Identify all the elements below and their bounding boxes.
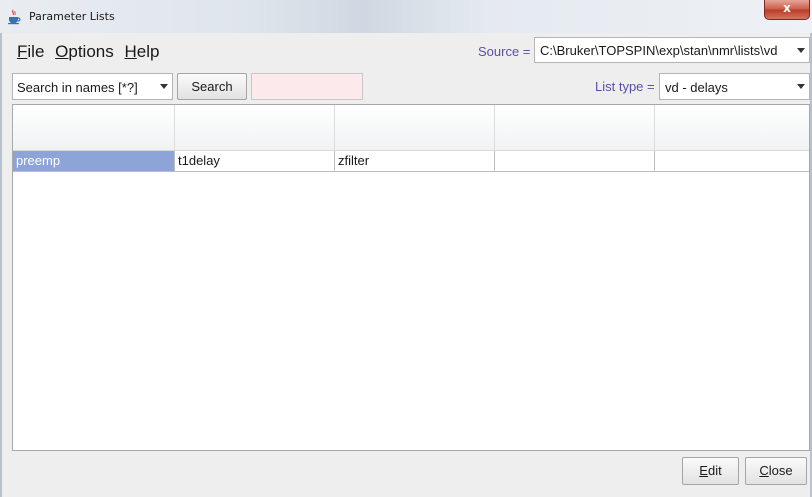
search-input[interactable] bbox=[251, 73, 363, 100]
menu-bar: File Options Help bbox=[17, 42, 165, 62]
search-mode-value: Search in names [*?] bbox=[17, 80, 138, 95]
close-button[interactable]: Close bbox=[745, 457, 807, 485]
source-value: C:\Bruker\TOPSPIN\exp\stan\nmr\lists\vd bbox=[540, 43, 778, 58]
client-area: File Options Help Source = C:\Bruker\TOP… bbox=[0, 33, 812, 497]
list-type-dropdown[interactable]: vd - delays bbox=[659, 73, 810, 100]
list-type-value: vd - delays bbox=[665, 80, 728, 95]
close-icon: x bbox=[783, 1, 791, 15]
source-label: Source = bbox=[478, 44, 531, 59]
source-dropdown[interactable]: C:\Bruker\TOPSPIN\exp\stan\nmr\lists\vd bbox=[534, 37, 810, 63]
title-bar[interactable]: Parameter Lists x bbox=[0, 0, 812, 33]
window-title: Parameter Lists bbox=[29, 10, 115, 23]
chevron-down-icon bbox=[797, 84, 805, 89]
menu-options[interactable]: Options bbox=[55, 42, 114, 62]
table-header bbox=[13, 105, 809, 151]
table-cell-selected[interactable]: preemp bbox=[13, 151, 175, 171]
menu-file[interactable]: File bbox=[17, 42, 44, 62]
chevron-down-icon bbox=[160, 84, 168, 89]
column-header[interactable] bbox=[335, 105, 495, 150]
table-cell[interactable]: t1delay bbox=[175, 151, 335, 171]
column-header[interactable] bbox=[13, 105, 175, 150]
java-cup-icon bbox=[8, 9, 21, 25]
table-cell[interactable] bbox=[655, 151, 809, 171]
table-cell[interactable]: zfilter bbox=[335, 151, 495, 171]
menu-help[interactable]: Help bbox=[124, 42, 159, 62]
chevron-down-icon bbox=[797, 48, 805, 53]
search-mode-dropdown[interactable]: Search in names [*?] bbox=[12, 73, 173, 100]
list-type-label: List type = bbox=[595, 79, 655, 94]
column-header[interactable] bbox=[495, 105, 655, 150]
parameter-list-table[interactable]: preemp t1delay zfilter bbox=[12, 104, 810, 451]
table-row: preemp t1delay zfilter bbox=[13, 151, 809, 172]
column-header[interactable] bbox=[175, 105, 335, 150]
edit-button[interactable]: Edit bbox=[682, 457, 739, 485]
table-cell[interactable] bbox=[495, 151, 655, 171]
parameter-lists-window: Parameter Lists x File Options Help Sour… bbox=[0, 0, 812, 497]
column-header[interactable] bbox=[655, 105, 809, 150]
window-close-button[interactable]: x bbox=[764, 0, 810, 20]
search-button[interactable]: Search bbox=[177, 73, 247, 100]
